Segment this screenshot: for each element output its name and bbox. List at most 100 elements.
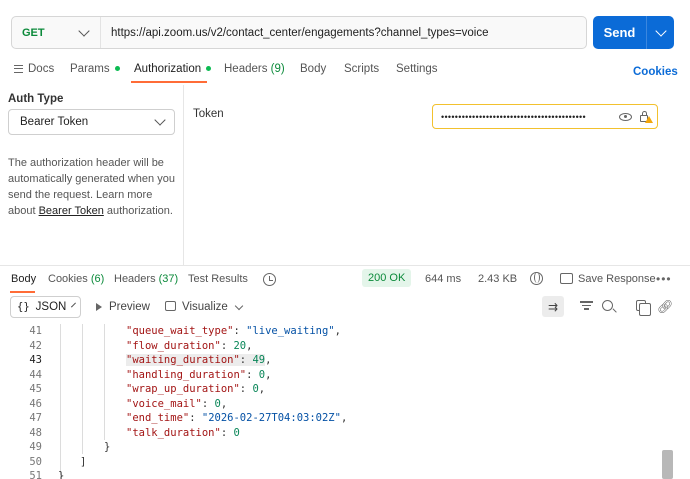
json-comma: ,: [220, 397, 228, 410]
tab-params[interactable]: Params: [70, 63, 120, 75]
wrap-icon: ⇉: [547, 299, 559, 314]
save-response-icon: [560, 273, 573, 284]
bearer-token-link[interactable]: Bearer Token: [39, 205, 104, 217]
response-cookies-count: (6): [90, 273, 105, 285]
method-label: GET: [22, 26, 45, 39]
code-line: 43 "waiting_duration": 49,: [0, 353, 660, 368]
chevron-down-icon: [654, 24, 667, 37]
json-value: 49: [252, 354, 266, 366]
line-number: 44: [29, 368, 42, 381]
braces-icon: {}: [17, 301, 30, 313]
json-key: "wrap_up_duration": [126, 383, 240, 395]
response-tab-headers[interactable]: Headers (37): [114, 273, 178, 285]
code-line: 47 "end_time": "2026-02-27T04:03:02Z",: [0, 411, 660, 426]
json-value: }: [104, 441, 111, 453]
auth-type-select[interactable]: Bearer Token: [8, 109, 175, 135]
tab-authorization-label: Authorization: [134, 63, 202, 75]
preview-button[interactable]: Preview: [96, 301, 150, 313]
line-number: 42: [29, 339, 42, 352]
search-icon[interactable]: [602, 300, 613, 311]
status-badge[interactable]: 200 OK: [362, 269, 412, 287]
auth-type-value: Bearer Token: [20, 116, 89, 128]
wrap-lines-button[interactable]: ⇉: [542, 296, 564, 317]
tab-body[interactable]: Body: [300, 63, 326, 75]
code-line: 44 "handling_duration": 0,: [0, 368, 660, 383]
line-number: 51: [29, 470, 42, 479]
chevron-down-icon: [71, 302, 77, 308]
json-comma: ,: [246, 339, 253, 352]
json-separator: :: [189, 412, 202, 424]
response-tab-test-results[interactable]: Test Results: [188, 273, 248, 285]
save-response-button[interactable]: Save Response: [578, 273, 656, 285]
more-options-icon[interactable]: •••: [656, 272, 672, 286]
link-icon[interactable]: 🔗︎: [657, 299, 674, 315]
globe-icon[interactable]: [530, 272, 543, 285]
json-key: "waiting_duration": [126, 354, 240, 366]
code-text: }: [104, 440, 110, 455]
json-key: "handling_duration": [126, 368, 247, 381]
json-value: 20: [233, 339, 247, 352]
code-text: "voice_mail": 0,: [126, 397, 227, 412]
response-cookies-label: Cookies: [48, 273, 88, 285]
method-select[interactable]: GET: [12, 17, 101, 48]
code-text: }: [58, 469, 64, 479]
code-text: "wrap_up_duration": 0,: [126, 382, 265, 397]
response-tab-cookies[interactable]: Cookies (6): [48, 273, 104, 285]
token-input[interactable]: ••••••••••••••••••••••••••••••••••••••••…: [432, 104, 658, 129]
chevron-down-icon: [154, 114, 166, 126]
line-number: 50: [29, 455, 42, 468]
json-separator: :: [239, 354, 253, 366]
chevron-down-icon[interactable]: [234, 301, 244, 311]
json-separator: :: [246, 368, 259, 381]
auth-description-suffix: authorization.: [103, 205, 173, 217]
authorization-indicator-dot: [206, 66, 212, 72]
response-headers-count: (37): [158, 273, 179, 285]
tab-scripts[interactable]: Scripts: [344, 63, 379, 75]
response-tab-body[interactable]: Body: [11, 273, 36, 285]
code-line: 49}: [0, 440, 660, 455]
tab-settings[interactable]: Settings: [396, 63, 438, 75]
params-indicator-dot: [114, 66, 120, 72]
code-text: "handling_duration": 0,: [126, 368, 271, 383]
request-tabs: Docs Params Authorization Headers (9) Bo…: [0, 58, 690, 83]
json-value: }: [58, 470, 65, 479]
active-response-tab-underline: [10, 291, 35, 293]
code-text: "talk_duration": 0: [126, 426, 240, 441]
code-line: 51}: [0, 469, 660, 479]
line-number: 48: [29, 426, 42, 439]
tab-headers[interactable]: Headers (9): [224, 63, 285, 75]
history-icon[interactable]: [263, 273, 276, 286]
format-select[interactable]: {} JSON: [10, 296, 81, 318]
json-comma: ,: [265, 368, 272, 381]
send-button-group: Send: [593, 16, 674, 49]
response-time[interactable]: 644 ms: [425, 273, 461, 285]
visualize-button[interactable]: Visualize: [165, 301, 228, 313]
line-number: 43: [29, 354, 42, 366]
send-button[interactable]: Send: [593, 16, 647, 49]
scrollbar[interactable]: [662, 450, 673, 479]
response-size[interactable]: 2.43 KB: [478, 273, 517, 285]
auth-type-panel: Auth Type Bearer Token The authorization…: [0, 85, 184, 265]
json-separator: :: [220, 339, 234, 352]
eye-icon[interactable]: [619, 112, 632, 121]
headers-count: (9): [270, 63, 285, 75]
tab-headers-label: Headers: [224, 63, 268, 75]
json-value: 0: [233, 426, 240, 439]
response-toolbar: {} JSON Preview Visualize ⇉ 🔗︎: [0, 294, 690, 320]
json-value: "2026-02-27T04:03:02Z": [201, 412, 341, 424]
docs-icon: [14, 64, 23, 73]
visualize-label: Visualize: [182, 301, 228, 313]
send-options-button[interactable]: [647, 16, 674, 49]
tab-authorization[interactable]: Authorization: [134, 63, 212, 75]
cookies-link[interactable]: Cookies: [633, 66, 678, 78]
copy-icon[interactable]: [636, 300, 651, 316]
tab-docs[interactable]: Docs: [14, 63, 54, 75]
filter-icon[interactable]: [580, 299, 593, 312]
json-key: "flow_duration": [126, 339, 221, 352]
json-comma: ,: [334, 325, 341, 337]
url-input[interactable]: https://api.zoom.us/v2/contact_center/en…: [101, 27, 489, 39]
response-body-editor[interactable]: 41 "queue_wait_type": "live_waiting", 42 "f…: [0, 324, 690, 479]
lock-warning-icon[interactable]: [639, 110, 653, 123]
json-comma: ,: [340, 412, 348, 424]
response-headers-label: Headers: [114, 273, 156, 285]
